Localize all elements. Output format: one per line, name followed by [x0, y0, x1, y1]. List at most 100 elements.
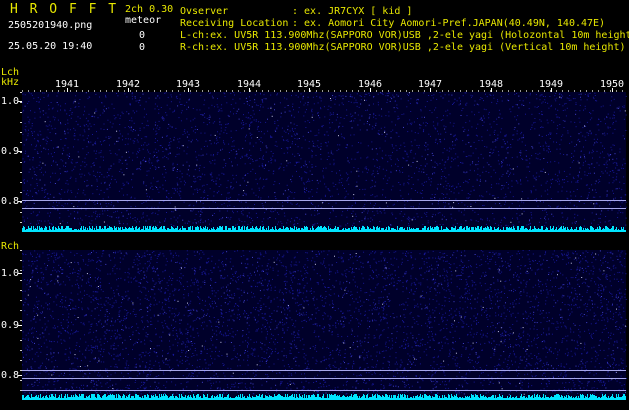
- lch-baseline-bar: [343, 228, 344, 232]
- lch-noise-speck: [334, 130, 336, 132]
- lch-noise-speck: [364, 167, 366, 169]
- lch-noise-speck: [593, 203, 595, 205]
- rch-noise-speck: [423, 261, 425, 263]
- lch-noise-speck: [39, 169, 41, 171]
- lch-noise-speck: [545, 182, 547, 184]
- lch-noise-speck: [279, 166, 281, 168]
- lch-noise-speck: [393, 147, 395, 149]
- rch-noise-speck: [367, 356, 368, 358]
- lch-noise-speck: [311, 111, 313, 113]
- lch-noise-speck: [561, 212, 563, 214]
- lch-noise-speck: [617, 217, 619, 218]
- lch-noise-speck: [318, 146, 320, 148]
- lch-noise-speck: [317, 102, 319, 104]
- lch-noise-speck: [437, 133, 439, 135]
- lch-noise-speck: [329, 163, 331, 165]
- lch-noise-speck: [263, 155, 264, 157]
- lch-noise-speck: [352, 215, 354, 217]
- lch-noise-speck: [91, 220, 93, 222]
- lch-noise-speck: [475, 201, 477, 203]
- lch-noise-speck: [146, 124, 148, 126]
- lch-noise-speck: [108, 203, 110, 205]
- lch-noise-speck: [213, 195, 215, 197]
- rch-noise-speck: [491, 322, 493, 323]
- lch-noise-speck: [356, 170, 358, 172]
- lch-noise-speck: [198, 170, 200, 172]
- lch-noise-speck: [210, 143, 212, 145]
- lch-noise-speck: [278, 213, 280, 215]
- lch-noise-speck: [296, 125, 298, 126]
- rch-noise-speck: [288, 366, 290, 368]
- lch-noise-speck: [397, 95, 399, 97]
- rch-noise-speck: [307, 259, 309, 261]
- lch-noise-speck: [36, 151, 38, 153]
- lch-baseline-bar: [600, 227, 601, 232]
- lch-baseline-bar: [492, 230, 493, 232]
- lch-noise-speck: [579, 141, 581, 143]
- rch-noise-speck: [156, 267, 158, 269]
- lch-noise-speck: [270, 210, 272, 212]
- lch-noise-speck: [162, 188, 164, 190]
- lch-noise-speck: [541, 94, 543, 96]
- lch-noise-speck: [402, 216, 404, 217]
- lch-noise-speck: [197, 191, 198, 193]
- lch-noise-speck: [410, 206, 412, 208]
- lch-noise-speck: [95, 93, 97, 95]
- lch-baseline-bar: [121, 230, 122, 232]
- lch-noise-speck: [97, 201, 98, 203]
- lch-noise-speck: [395, 170, 397, 172]
- lch-noise-speck: [150, 182, 152, 184]
- lch-noise-speck: [118, 161, 120, 163]
- lch-noise-speck: [172, 169, 174, 171]
- lch-noise-speck: [28, 171, 30, 173]
- lch-noise-speck: [75, 120, 77, 122]
- lch-noise-speck: [256, 159, 258, 161]
- lch-noise-speck: [346, 109, 348, 111]
- lch-noise-speck: [384, 126, 386, 128]
- lch-noise-speck: [235, 224, 237, 226]
- lch-noise-speck: [243, 103, 245, 105]
- lch-noise-speck: [346, 144, 348, 146]
- lch-noise-speck: [59, 217, 61, 219]
- lch-baseline-bar: [523, 226, 524, 232]
- lch-noise-speck: [155, 186, 157, 187]
- lch-noise-speck: [409, 119, 411, 121]
- lch-noise-speck: [454, 98, 456, 100]
- lch-baseline-bar: [235, 227, 236, 232]
- lch-noise-speck: [495, 146, 497, 148]
- lch-baseline-bar: [571, 227, 572, 232]
- rch-noise-speck: [96, 324, 98, 326]
- lch-noise-speck: [281, 209, 283, 210]
- rch-noise-speck: [294, 334, 296, 336]
- lch-noise-speck: [516, 93, 518, 94]
- lch-noise-speck: [277, 125, 279, 127]
- lch-noise-speck: [555, 179, 557, 181]
- lch-noise-speck: [322, 125, 324, 126]
- lch-noise-speck: [584, 105, 586, 107]
- lch-noise-speck: [492, 151, 494, 153]
- lch-noise-speck: [102, 210, 103, 212]
- lch-baseline-bar: [377, 226, 378, 232]
- lch-noise-speck: [604, 92, 606, 94]
- lch-noise-speck: [350, 171, 352, 173]
- lch-noise-speck: [115, 217, 117, 219]
- lch-noise-speck: [617, 212, 619, 214]
- lch-noise-speck: [604, 134, 606, 136]
- lch-noise-speck: [569, 202, 571, 204]
- lch-noise-speck: [221, 104, 223, 106]
- lch-noise-speck: [166, 157, 168, 158]
- lch-baseline-bar: [477, 226, 478, 232]
- lch-noise-speck: [559, 93, 561, 95]
- lch-noise-speck: [528, 220, 530, 222]
- lch-noise-speck: [94, 203, 96, 205]
- rch-noise-speck: [555, 342, 557, 344]
- lch-noise-speck: [549, 132, 551, 134]
- lch-noise-speck: [208, 223, 210, 225]
- lch-noise-speck: [424, 165, 426, 167]
- lch-noise-speck: [304, 191, 305, 193]
- lch-noise-speck: [70, 108, 72, 110]
- lch-noise-speck: [434, 196, 436, 198]
- lch-noise-speck: [71, 203, 73, 205]
- lch-noise-speck: [126, 111, 128, 113]
- lch-noise-speck: [445, 131, 447, 133]
